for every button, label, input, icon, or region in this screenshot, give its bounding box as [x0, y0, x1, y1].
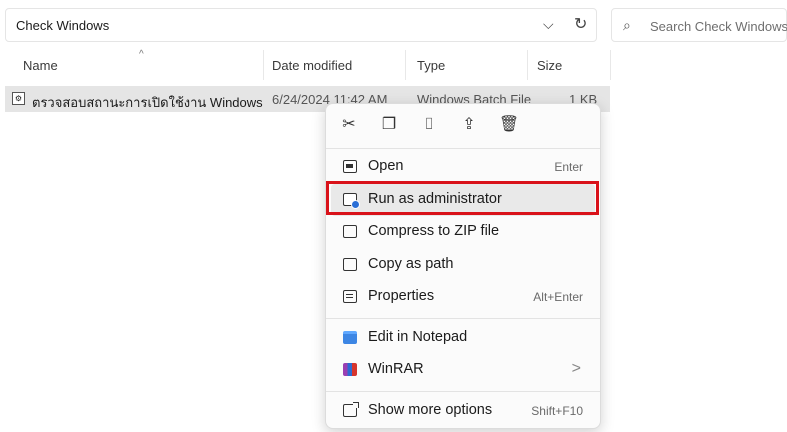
menu-item-open[interactable]: Open Enter — [331, 151, 595, 183]
column-header-date[interactable]: Date modified — [272, 58, 352, 73]
sort-caret-icon: ^ — [139, 49, 144, 60]
search-input[interactable] — [648, 15, 787, 37]
menu-shortcut: Alt+Enter — [533, 290, 583, 304]
menu-item-winrar[interactable]: WinRAR > — [331, 354, 595, 386]
open-icon — [343, 160, 357, 173]
menu-shortcut: Enter — [554, 160, 583, 174]
menu-item-compress-zip[interactable]: Compress to ZIP file — [331, 216, 595, 248]
menu-shortcut: Shift+F10 — [531, 404, 583, 418]
highlight-box — [326, 181, 599, 215]
menu-item-edit-in-notepad[interactable]: Edit in Notepad — [331, 322, 595, 354]
show-more-icon — [343, 402, 359, 417]
menu-item-properties[interactable]: Properties Alt+Enter — [331, 281, 595, 313]
menu-label: Open — [368, 158, 404, 174]
menu-item-copy-as-path[interactable]: Copy as path — [331, 249, 595, 281]
column-divider[interactable] — [527, 50, 528, 80]
winrar-icon — [343, 363, 357, 376]
refresh-icon[interactable]: ↻ — [574, 14, 587, 34]
delete-icon[interactable]: 🗑 — [496, 112, 522, 138]
rename-icon[interactable]: ⌷ — [416, 112, 442, 138]
menu-item-show-more-options[interactable]: Show more options Shift+F10 — [331, 395, 595, 427]
menu-label: Copy as path — [368, 256, 454, 272]
search-icon: ⌕ — [623, 17, 631, 33]
column-divider[interactable] — [405, 50, 406, 80]
address-path[interactable]: Check Windows — [16, 18, 109, 33]
properties-icon — [343, 290, 357, 303]
column-header-name[interactable]: Name — [23, 58, 58, 73]
batch-file-icon: ⚙ — [12, 92, 25, 105]
quick-actions-bar: ✂ ❐ ⌷ ⇪ 🗑 — [326, 104, 600, 146]
menu-label: Show more options — [368, 402, 493, 418]
column-divider[interactable] — [263, 50, 264, 80]
address-bar[interactable]: Check Windows ⌵ ↻ — [5, 8, 597, 42]
copy-path-icon — [343, 258, 357, 271]
chevron-right-icon: > — [571, 360, 581, 377]
menu-divider — [326, 148, 600, 149]
copy-icon[interactable]: ❐ — [376, 112, 402, 138]
zip-folder-icon — [343, 225, 357, 238]
cut-icon[interactable]: ✂ — [336, 112, 362, 138]
menu-label: Properties — [368, 288, 435, 304]
column-header-size[interactable]: Size — [537, 58, 562, 73]
notepad-icon — [343, 331, 357, 344]
column-divider[interactable] — [610, 50, 611, 80]
menu-divider — [326, 391, 600, 392]
chevron-down-icon[interactable]: ⌵ — [543, 16, 554, 33]
share-icon[interactable]: ⇪ — [456, 112, 482, 138]
column-header-type[interactable]: Type — [417, 58, 445, 73]
file-name: ตรวจสอบสถานะการเปิดใช้งาน Windows — [32, 95, 263, 110]
menu-label: WinRAR — [368, 361, 424, 377]
menu-label: Edit in Notepad — [368, 329, 468, 345]
context-menu: ✂ ❐ ⌷ ⇪ 🗑 Open Enter Run as administrato… — [325, 103, 601, 429]
menu-label: Compress to ZIP file — [368, 223, 500, 239]
menu-divider — [326, 318, 600, 319]
search-box[interactable]: ⌕ — [611, 8, 787, 42]
